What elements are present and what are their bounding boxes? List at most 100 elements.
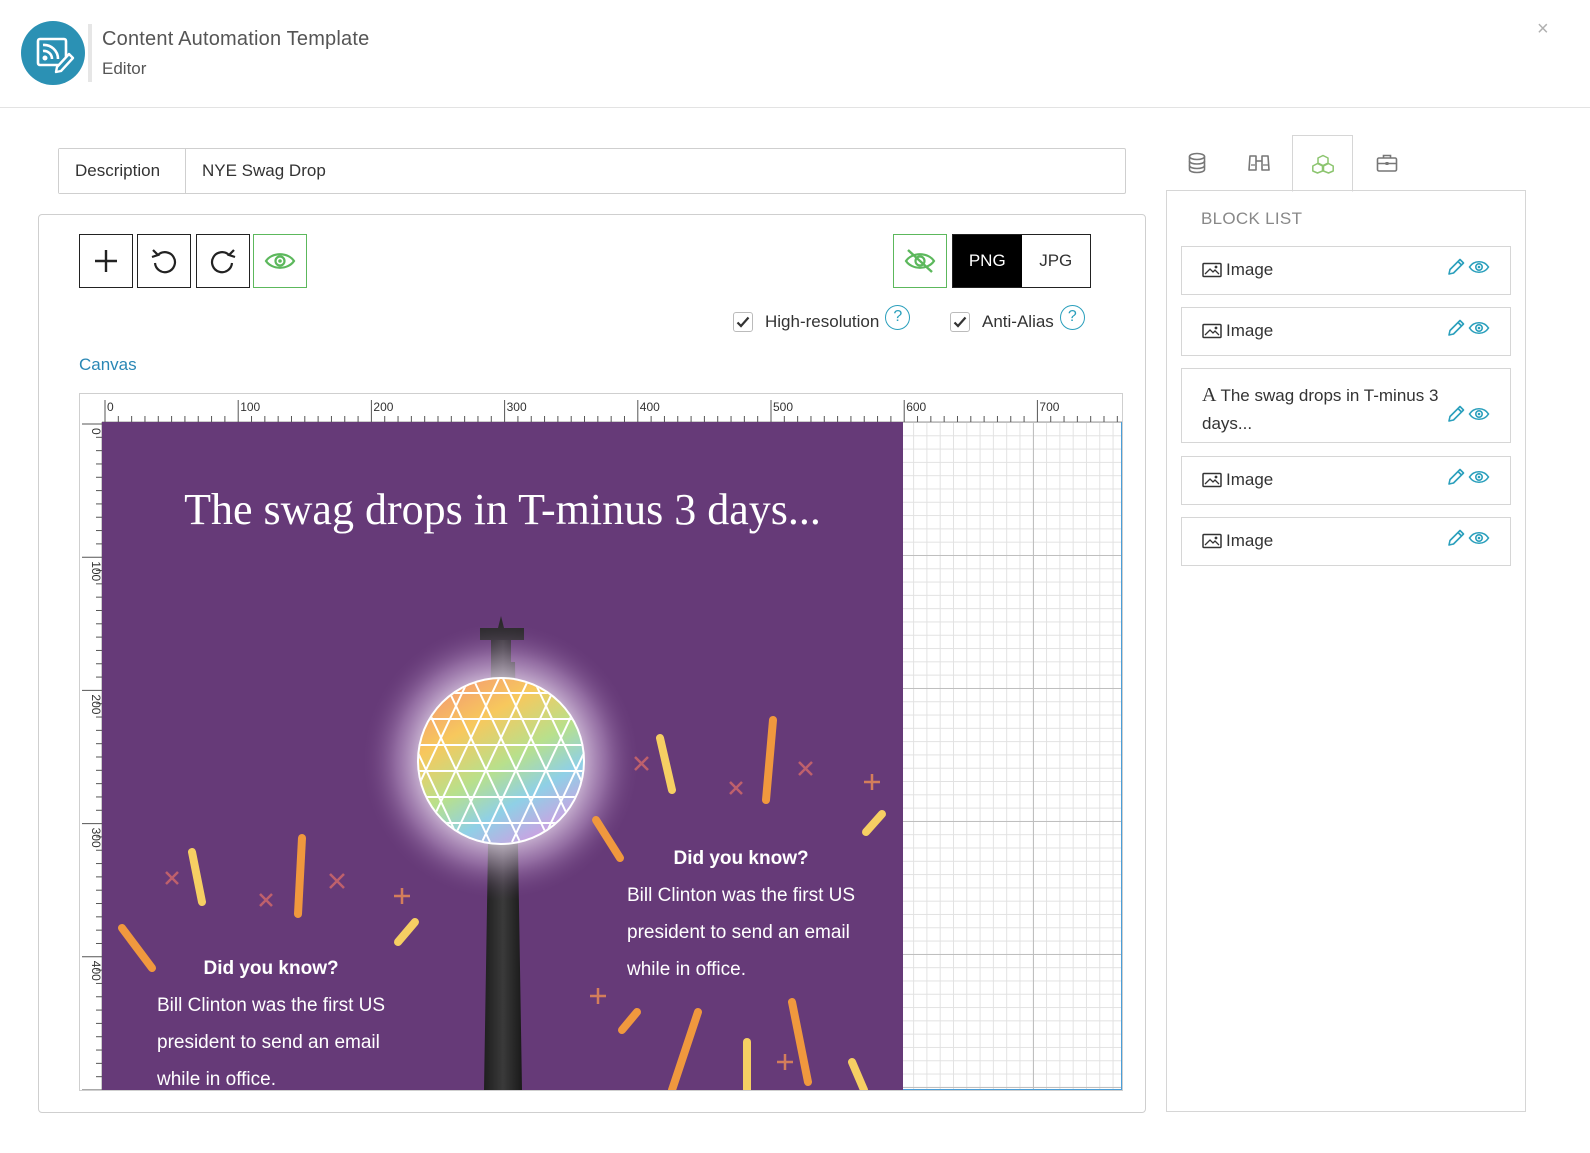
format-png-button[interactable]: PNG: [953, 235, 1022, 287]
image-icon: [1202, 472, 1222, 488]
editor-window: Content Automation Template Editor × Des…: [0, 0, 1590, 1153]
block-item-label: Image: [1226, 470, 1274, 489]
block-item-label-group: Image: [1202, 470, 1273, 490]
high-resolution-label: High-resolution: [765, 312, 880, 331]
fact-heading: Did you know?: [673, 848, 809, 869]
description-field: Description: [58, 148, 1126, 194]
help-icon[interactable]: ?: [885, 304, 911, 330]
ruler-vertical-ticks: 0 100 200 300 400: [82, 423, 102, 1090]
block-item-text[interactable]: A The swag drops in T-minus 3 days...: [1181, 368, 1511, 443]
pencil-icon[interactable]: [1446, 318, 1466, 338]
tab-briefcase[interactable]: [1356, 135, 1417, 191]
pencil-icon[interactable]: [1446, 467, 1466, 487]
block-list-panel: BLOCK LIST Image Image A The swag drops i…: [1166, 190, 1526, 1112]
sidebar-tabs: [1166, 135, 1526, 192]
block-item-image-1[interactable]: Image: [1181, 246, 1511, 295]
pencil-icon[interactable]: [1446, 257, 1466, 277]
undo-button[interactable]: [137, 234, 191, 288]
description-label: Description: [59, 149, 186, 193]
block-list-title: BLOCK LIST: [1201, 209, 1303, 228]
canvas-label: Canvas: [79, 355, 137, 374]
check-icon: [736, 316, 750, 328]
eye-icon[interactable]: [1468, 257, 1490, 277]
block-item-image-2[interactable]: Image: [1181, 307, 1511, 356]
briefcase-icon: [1376, 154, 1397, 172]
block-item-label-group: Image: [1202, 321, 1273, 341]
artwork-title: The swag drops in T-minus 3 days...: [184, 485, 821, 534]
block-item-label-group: A The swag drops in T-minus 3 days...: [1202, 381, 1438, 438]
redo-icon: [210, 249, 236, 274]
ruler-tick-label: 0: [107, 400, 114, 414]
block-item-label: Image: [1226, 321, 1274, 340]
eye-icon[interactable]: [1468, 467, 1490, 487]
cubes-icon: [1311, 154, 1334, 174]
artwork-image[interactable]: The swag drops in T-minus 3 days... Did …: [102, 422, 903, 1090]
fact-line: Bill Clinton was the first US: [627, 885, 856, 906]
plus-icon: [95, 250, 117, 272]
help-icon[interactable]: ?: [1059, 304, 1085, 330]
format-toggle: PNG JPG: [952, 234, 1091, 288]
eye-icon[interactable]: [1468, 318, 1490, 338]
hide-button[interactable]: [893, 234, 947, 288]
tab-binoculars[interactable]: [1228, 135, 1289, 191]
ruler-tick-label: 300: [507, 400, 527, 414]
image-icon: [1202, 533, 1222, 549]
anti-alias-option: Anti-Alias ?: [950, 304, 1085, 332]
pencil-icon[interactable]: [1446, 404, 1466, 424]
fact-line: president to send an email: [627, 922, 850, 943]
ruler-tick-label: 200: [373, 400, 393, 414]
tab-database[interactable]: [1166, 135, 1227, 191]
high-resolution-option: High-resolution ?: [733, 304, 911, 332]
page-title: Content Automation Template: [102, 28, 370, 50]
binoculars-icon: [1247, 155, 1270, 171]
page-subtitle: Editor: [102, 59, 147, 78]
fact-line: while in office.: [627, 959, 746, 980]
header: Content Automation Template Editor ×: [0, 0, 1590, 108]
block-item-label: Image: [1226, 531, 1274, 550]
high-resolution-checkbox[interactable]: [733, 312, 753, 332]
header-divider: [88, 24, 92, 82]
fact-line: Bill Clinton was the first US: [157, 995, 386, 1016]
image-icon: [1202, 262, 1222, 278]
redo-button[interactable]: [196, 234, 250, 288]
pencil-icon[interactable]: [1446, 528, 1466, 548]
canvas: The swag drops in T-minus 3 days... Did …: [79, 393, 1123, 1091]
add-button[interactable]: [79, 234, 133, 288]
rss-edit-icon: [36, 37, 75, 74]
format-jpg-button[interactable]: JPG: [1022, 235, 1091, 287]
ruler-vertical: 0 100 200 300 400: [80, 422, 102, 1090]
ruler-tick-label: 100: [240, 400, 260, 414]
fact-block-right: Did you know? Bill Clinton was the first…: [627, 840, 855, 988]
preview-button[interactable]: [253, 234, 307, 288]
description-input[interactable]: [186, 149, 1125, 193]
block-item-image-4[interactable]: Image: [1181, 517, 1511, 566]
ruler-horizontal-ticks: 0 100 200 300 400 500 600 700: [104, 400, 1118, 422]
anti-alias-label: Anti-Alias: [982, 312, 1054, 331]
ruler-tick-label: 500: [773, 400, 793, 414]
check-icon: [953, 316, 967, 328]
undo-icon: [151, 249, 177, 274]
eye-icon[interactable]: [1468, 404, 1490, 424]
block-item-image-3[interactable]: Image: [1181, 456, 1511, 505]
ruler-tick-label: 400: [640, 400, 660, 414]
ruler-tick-label: 700: [1039, 400, 1059, 414]
ruler-tick-label: 0: [89, 428, 102, 435]
block-item-label-group: Image: [1202, 260, 1273, 280]
fact-heading: Did you know?: [203, 958, 339, 979]
app-logo: [21, 21, 85, 85]
block-item-label: The swag drops in T-minus 3: [1220, 386, 1439, 405]
fact-line: while in office.: [157, 1069, 276, 1090]
ruler-tick-label: 100: [89, 561, 102, 581]
tab-blocks[interactable]: [1292, 135, 1353, 192]
ruler-horizontal: 0 100 200 300 400 500 600 700: [100, 394, 1122, 422]
eye-icon[interactable]: [1468, 528, 1490, 548]
ruler-tick-label: 400: [89, 961, 102, 981]
block-item-actions: [1446, 318, 1490, 338]
block-item-label-group: Image: [1202, 531, 1273, 551]
ruler-corner: [80, 394, 102, 422]
block-item-actions: [1446, 257, 1490, 277]
anti-alias-checkbox[interactable]: [950, 312, 970, 332]
fact-block-left: Did you know? Bill Clinton was the first…: [157, 950, 385, 1090]
close-icon[interactable]: ×: [1537, 18, 1549, 41]
ruler-tick-label: 300: [89, 828, 102, 848]
